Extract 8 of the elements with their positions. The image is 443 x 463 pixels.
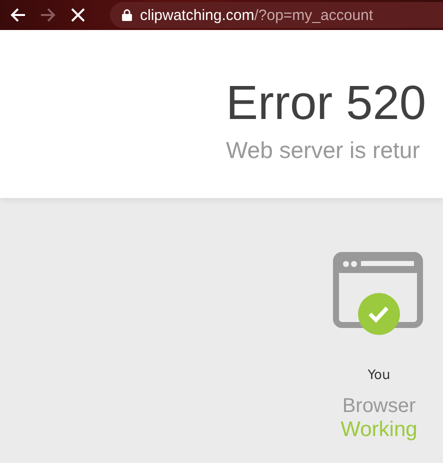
lock-icon (122, 9, 132, 21)
node-status: Working (340, 418, 418, 442)
error-subtitle: Web server is retur (226, 136, 421, 165)
url-text: clipwatching.com/?op=my_account (140, 6, 374, 24)
address-bar[interactable]: clipwatching.com/?op=my_account (110, 2, 443, 28)
node-label: You (368, 368, 390, 383)
node-name: Browser (342, 395, 416, 418)
error-title: Error 520 (226, 76, 428, 132)
